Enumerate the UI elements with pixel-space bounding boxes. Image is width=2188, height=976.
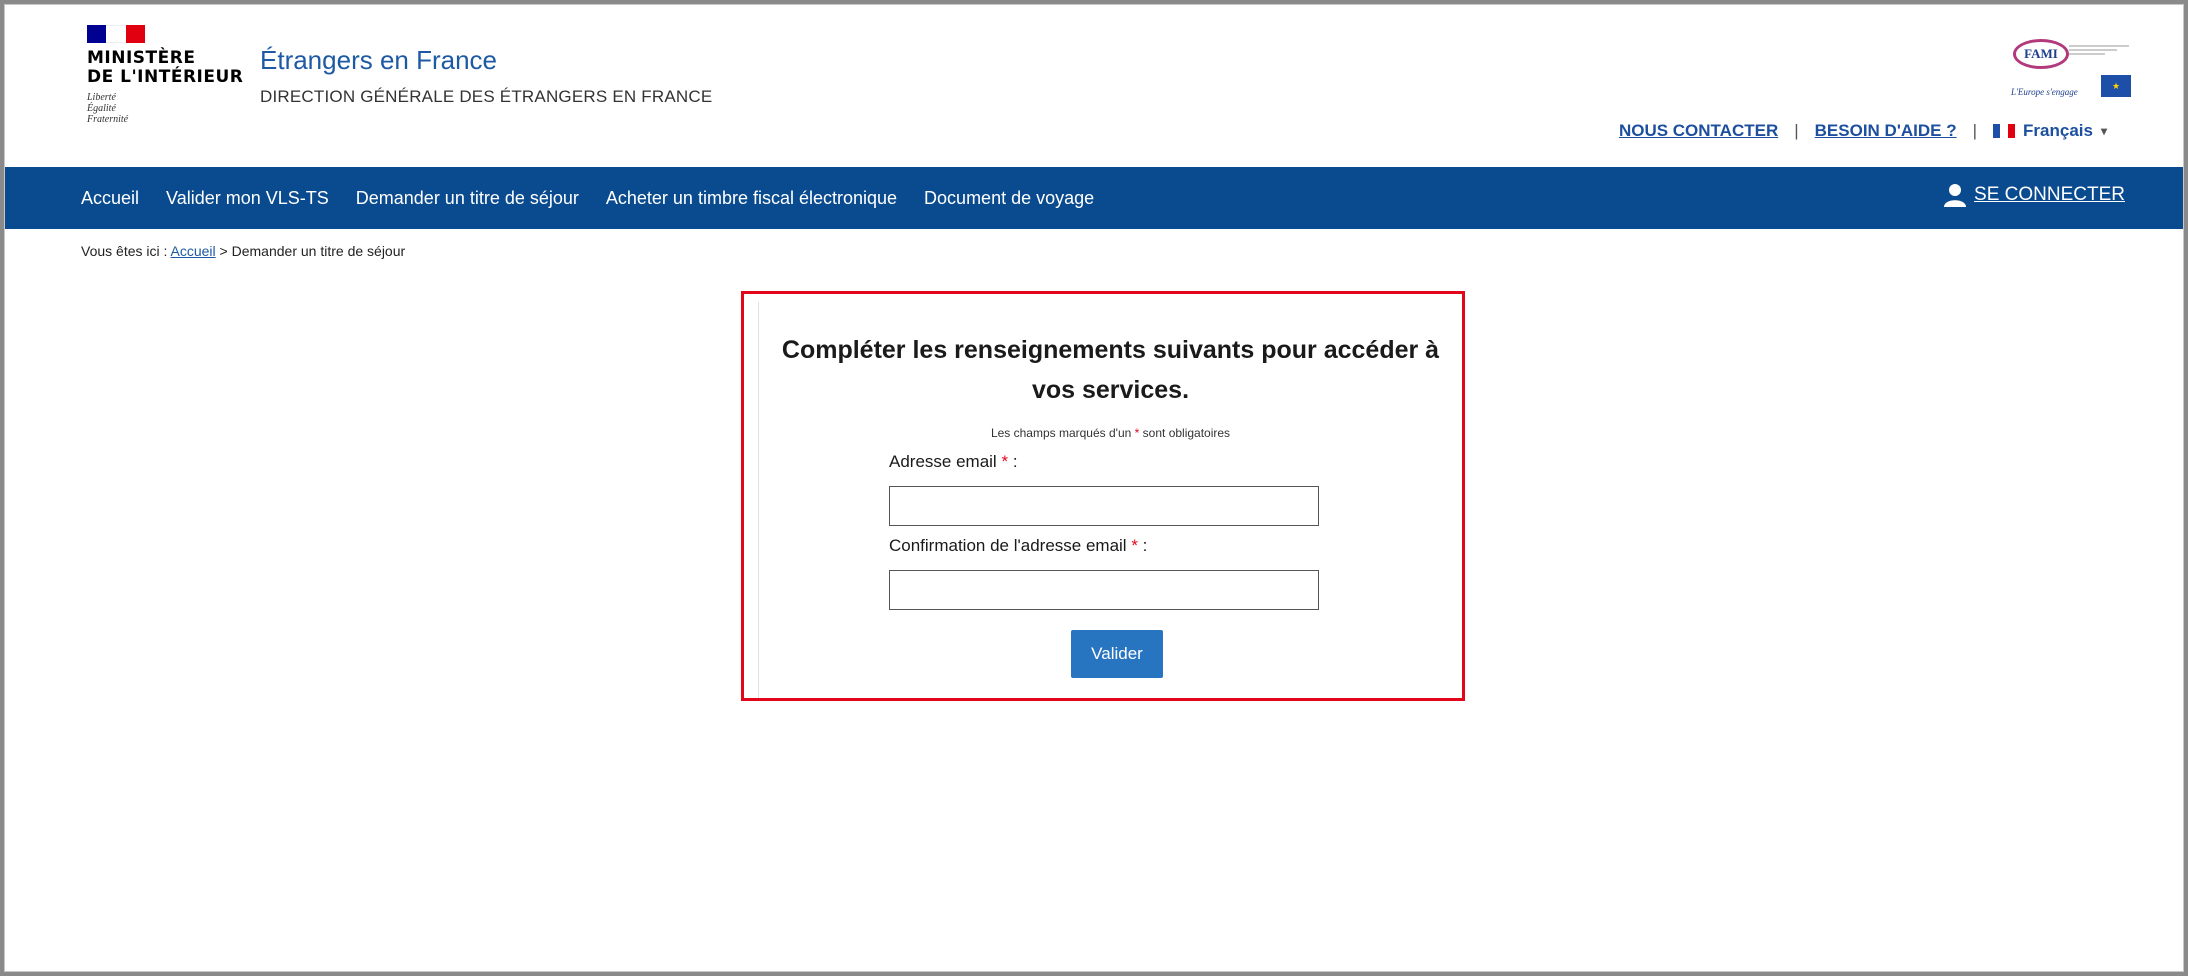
login-button[interactable]: SE CONNECTER (1944, 183, 2125, 207)
breadcrumb: Vous êtes ici : Accueil > Demander un ti… (81, 243, 405, 259)
email-input[interactable] (889, 486, 1319, 526)
french-flag-icon (1993, 124, 2016, 138)
breadcrumb-home-link[interactable]: Accueil (171, 243, 216, 259)
separator: | (1794, 121, 1799, 140)
top-links: NOUS CONTACTER | BESOIN D'AIDE ? | Franç… (1619, 121, 2107, 141)
user-icon (1944, 184, 1967, 207)
email-form-panel: Compléter les renseignements suivants po… (741, 291, 1465, 701)
language-selector[interactable]: Français ▾ (1993, 121, 2107, 141)
ministry-name: MINISTÈRE DE L'INTÉRIEUR (87, 48, 244, 87)
nav-item-demander-titre-sejour[interactable]: Demander un titre de séjour (356, 188, 579, 209)
breadcrumb-prefix: Vous êtes ici : (81, 243, 168, 259)
site-title[interactable]: Étrangers en France (260, 45, 497, 76)
contact-link[interactable]: NOUS CONTACTER (1619, 121, 1778, 141)
email-label: Adresse email * : (889, 452, 1018, 471)
required-fields-note: Les champs marqués d'un * sont obligatoi… (990, 426, 1231, 440)
language-label: Français (2023, 121, 2093, 140)
fami-tagline: L'Europe s'engage (2011, 87, 2078, 97)
email-confirm-input[interactable] (889, 570, 1319, 610)
breadcrumb-separator: > (219, 243, 228, 259)
republic-motto: Liberté Égalité Fraternité (87, 92, 129, 125)
validate-button[interactable]: Valider (1071, 630, 1163, 678)
breadcrumb-current: Demander un titre de séjour (231, 243, 406, 259)
fami-small-text (2069, 43, 2129, 57)
email-confirm-label: Confirmation de l'adresse email * : (889, 536, 1148, 555)
site-header: MINISTÈRE DE L'INTÉRIEUR Liberté Égalité… (5, 5, 2183, 167)
nav-item-acheter-timbre[interactable]: Acheter un timbre fiscal électronique (606, 188, 897, 209)
fami-logo: FAMI L'Europe s'engage ★ (2003, 35, 2135, 101)
site-subtitle: DIRECTION GÉNÉRALE DES ÉTRANGERS EN FRAN… (260, 87, 713, 106)
nav-item-document-voyage[interactable]: Document de voyage (924, 188, 1094, 209)
form-body: Compléter les renseignements suivants po… (758, 302, 1462, 698)
ministry-logo[interactable]: MINISTÈRE DE L'INTÉRIEUR Liberté Égalité… (87, 25, 247, 125)
required-star: * (1134, 426, 1140, 440)
french-flag-icon (87, 25, 145, 43)
main-nav: Accueil Valider mon VLS-TS Demander un t… (5, 167, 2183, 229)
nav-item-valider-vls-ts[interactable]: Valider mon VLS-TS (166, 188, 329, 209)
form-title: Compléter les renseignements suivants po… (781, 336, 1440, 404)
login-label: SE CONNECTER (1974, 184, 2125, 205)
chevron-down-icon: ▾ (2100, 124, 2107, 138)
eu-flag-icon: ★ (2101, 75, 2131, 97)
nav-item-accueil[interactable]: Accueil (81, 188, 139, 209)
separator: | (1972, 121, 1978, 140)
help-link[interactable]: BESOIN D'AIDE ? (1815, 121, 1957, 141)
browser-page: MINISTÈRE DE L'INTÉRIEUR Liberté Égalité… (4, 4, 2184, 972)
fami-oval: FAMI (2013, 39, 2069, 69)
